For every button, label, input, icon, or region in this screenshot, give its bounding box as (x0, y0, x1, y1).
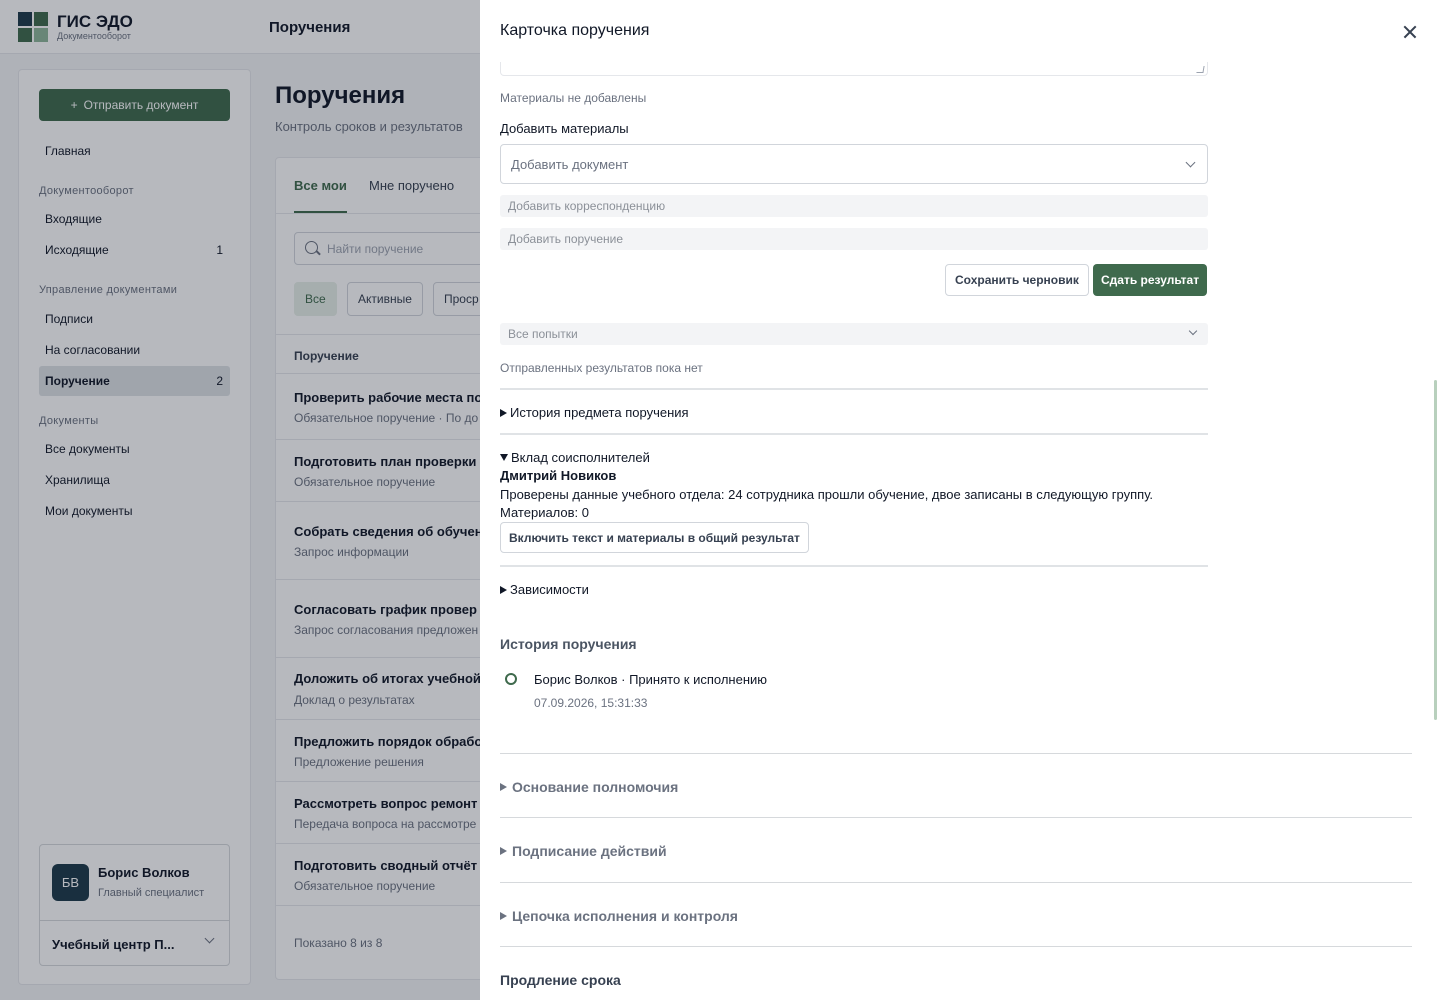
coexecutor-materials: Материалов: 0 (500, 505, 590, 520)
drawer-title: Карточка поручения (500, 22, 650, 39)
add-correspondence-input[interactable]: Добавить корреспонденцию (500, 195, 1208, 217)
history-time: 07.09.2026, 15:31:33 (534, 696, 648, 710)
caret-down-icon (500, 454, 508, 461)
no-materials-text: Материалы не добавлены (500, 91, 647, 105)
coexecutor-text: Проверены данные учебного отдела: 24 сот… (500, 487, 1154, 502)
coexecutors-toggle[interactable]: Вклад соисполнителей (500, 450, 650, 465)
dependencies-toggle[interactable]: Зависимости (500, 582, 589, 597)
timeline-dot-icon (505, 673, 517, 685)
assignment-card-drawer: Карточка поручения Материалы не добавлен… (480, 0, 1440, 1000)
modal-backdrop[interactable] (0, 0, 480, 1000)
divider (500, 565, 1208, 567)
caret-right-icon (500, 585, 507, 594)
divider (500, 433, 1208, 435)
divider (500, 946, 1412, 947)
divider (500, 753, 1412, 754)
add-document-placeholder: Добавить документ (511, 157, 629, 172)
scrollbar[interactable] (1434, 380, 1437, 720)
caret-right-icon (500, 783, 507, 791)
basis-label: Основание полномочия (512, 779, 679, 795)
coexecutors-label: Вклад соисполнителей (511, 450, 650, 465)
attempts-select[interactable]: Все попытки (500, 323, 1208, 345)
chain-label: Цепочка исполнения и контроля (512, 908, 738, 924)
add-document-select[interactable]: Добавить документ (500, 144, 1208, 184)
save-draft-button[interactable]: Сохранить черновик (945, 264, 1089, 296)
chain-toggle[interactable]: Цепочка исполнения и контроля (500, 908, 738, 924)
result-textarea[interactable] (500, 62, 1208, 76)
chevron-down-icon (1188, 326, 1198, 336)
caret-right-icon (500, 912, 507, 920)
signing-toggle[interactable]: Подписание действий (500, 843, 667, 859)
close-icon[interactable] (1396, 18, 1424, 46)
extension-title: Продление срока (500, 972, 621, 988)
basis-toggle[interactable]: Основание полномочия (500, 779, 678, 795)
caret-right-icon (500, 847, 507, 855)
caret-right-icon (500, 408, 507, 417)
signing-label: Подписание действий (512, 843, 667, 859)
add-materials-label: Добавить материалы (500, 121, 629, 136)
subject-history-label: История предмета поручения (510, 405, 689, 420)
divider (500, 388, 1208, 390)
attempts-select-value: Все попытки (508, 327, 578, 341)
chevron-down-icon (1185, 157, 1196, 168)
add-assignment-input[interactable]: Добавить поручение (500, 228, 1208, 250)
submit-result-button[interactable]: Сдать результат (1093, 264, 1208, 296)
dependencies-label: Зависимости (510, 582, 589, 597)
no-results-text: Отправленных результатов пока нет (500, 361, 703, 375)
subject-history-toggle[interactable]: История предмета поручения (500, 405, 689, 420)
history-event: Борис Волков · Принято к исполнению (534, 672, 768, 687)
include-in-result-button[interactable]: Включить текст и материалы в общий резул… (500, 522, 809, 553)
history-title: История поручения (500, 636, 637, 652)
add-assignment-placeholder: Добавить поручение (508, 232, 624, 246)
divider (500, 817, 1412, 818)
coexecutor-name: Дмитрий Новиков (500, 468, 617, 483)
add-correspondence-placeholder: Добавить корреспонденцию (508, 199, 666, 213)
divider (500, 882, 1412, 883)
